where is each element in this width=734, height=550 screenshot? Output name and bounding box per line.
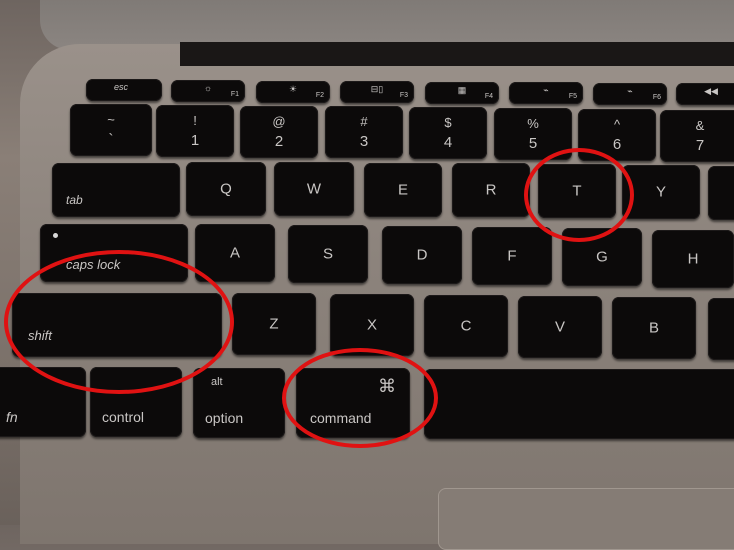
key-u-partial[interactable] [708,166,734,220]
key-shift[interactable]: shift [12,293,222,357]
command-icon: ⌘ [378,376,396,396]
key-tilde[interactable]: ~ ` [70,104,152,156]
key-v[interactable]: V [518,296,602,358]
key-z[interactable]: Z [232,293,316,355]
key-3[interactable]: #3 [325,106,403,158]
key-f2[interactable]: ☀ F2 [256,81,330,103]
key-caps-lock[interactable]: caps lock [40,224,188,282]
key-h[interactable]: H [652,230,734,288]
key-y[interactable]: Y [622,165,700,219]
key-d[interactable]: D [382,226,462,284]
key-1[interactable]: ! 1 [156,105,234,157]
hinge [180,42,734,66]
key-5[interactable]: % 5 [494,108,572,160]
key-f1[interactable]: ☼ F1 [171,80,245,102]
key-g[interactable]: G [562,228,642,286]
key-2[interactable]: @2 [240,106,318,158]
key-n-partial[interactable] [708,298,734,360]
key-f7[interactable]: ◀◀ [676,83,734,105]
key-c[interactable]: C [424,295,508,357]
trackpad[interactable] [438,488,734,550]
key-s[interactable]: S [288,225,368,283]
key-control[interactable]: control [90,367,182,437]
key-f3[interactable]: ⊟▯ F3 [340,81,414,103]
key-4[interactable]: $4 [409,107,487,159]
key-b[interactable]: B [612,297,696,359]
key-e[interactable]: E [364,163,442,217]
key-a[interactable]: A [195,224,275,282]
key-x[interactable]: X [330,294,414,356]
rewind-icon: ◀◀ [704,86,718,96]
key-command[interactable]: ⌘ command [296,368,410,438]
key-f5[interactable]: ⌁ F5 [509,82,583,104]
key-option[interactable]: alt option [193,368,285,438]
caps-lock-indicator [53,233,58,238]
key-7[interactable]: & 7 [660,110,734,162]
key-w[interactable]: W [274,162,354,216]
key-f4[interactable]: ▦ F4 [425,82,499,104]
key-fn[interactable]: fn [0,367,86,437]
key-t[interactable]: T [538,164,616,218]
key-tab[interactable]: tab [52,163,180,217]
key-r[interactable]: R [452,163,530,217]
key-esc[interactable]: esc [86,79,162,101]
key-space[interactable] [424,369,734,439]
key-f6[interactable]: ⌁ F6 [593,83,667,105]
key-6[interactable]: ^ 6 [578,109,656,161]
key-q[interactable]: Q [186,162,266,216]
key-f[interactable]: F [472,227,552,285]
